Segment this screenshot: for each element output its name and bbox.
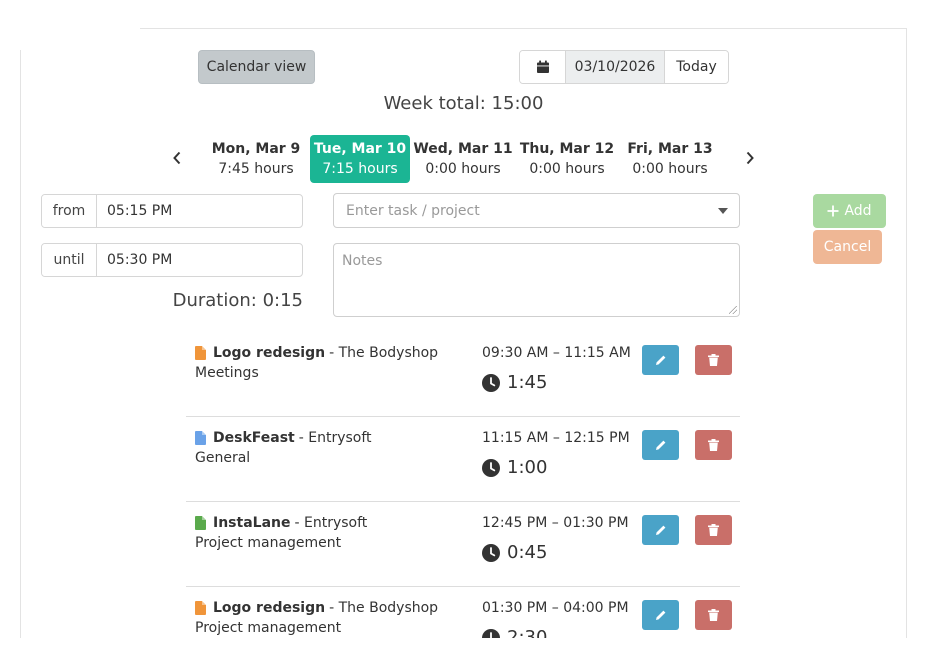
pencil-icon [655,355,665,365]
day-name: Thu, Mar 12 [519,140,615,157]
trash-icon [708,439,719,451]
entry-time-range: 12:45 PM – 01:30 PM [482,515,629,531]
day-hours: 0:00 hours [632,160,708,177]
calendar-view-button[interactable]: Calendar view [198,50,315,84]
entry-category: Meetings [195,365,259,381]
entry-task-name: DeskFeast [213,430,295,446]
clock-icon [482,543,500,562]
pencil-icon [655,525,665,535]
entry-category: General [195,450,251,466]
resize-grip-icon[interactable] [729,306,737,314]
time-entry-row: InstaLane - Entrysoft Project management… [186,502,740,587]
file-icon [195,431,206,445]
delete-button[interactable] [695,600,732,630]
panel-border-left [20,50,21,640]
file-icon [195,516,206,530]
day-hours: 7:15 hours [322,160,398,177]
until-time-group: until 05:30 PM [41,243,303,277]
delete-button[interactable] [695,515,732,545]
task-project-placeholder: Enter task / project [346,202,480,219]
entry-client: - Entrysoft [294,515,368,531]
delete-button[interactable] [695,430,732,460]
file-icon [195,601,206,615]
previous-week-chevron-icon[interactable] [169,148,185,168]
panel-border-right [906,28,907,638]
time-entry-row: DeskFeast - Entrysoft General 11:15 AM –… [186,417,740,502]
edit-button[interactable] [642,515,679,545]
time-entry-list: Logo redesign - The Bodyshop Meetings 09… [186,332,740,672]
calendar-icon[interactable] [520,51,566,83]
until-time-input[interactable]: 05:30 PM [97,244,302,276]
file-icon [195,346,206,360]
date-field[interactable]: 03/10/2026 [566,51,665,83]
delete-button[interactable] [695,345,732,375]
clock-icon [482,458,500,477]
date-picker: 03/10/2026 Today [519,50,729,84]
day-mon[interactable]: Mon, Mar 9 7:45 hours [206,135,306,183]
plus-icon [827,205,839,217]
day-name: Mon, Mar 9 [211,140,301,157]
entry-time-range: 11:15 AM – 12:15 PM [482,430,630,446]
notes-placeholder: Notes [342,253,383,269]
entry-task-name: Logo redesign [213,600,326,616]
from-label: from [42,195,97,227]
task-project-select[interactable]: Enter task / project [333,193,740,228]
entry-client: - The Bodyshop [329,600,439,616]
entry-task-name: InstaLane [213,515,291,531]
day-fri[interactable]: Fri, Mar 13 0:00 hours [620,135,720,183]
clock-icon [482,373,500,392]
viewport-bottom [0,638,927,666]
entry-duration: 0:45 [507,542,548,563]
add-button[interactable]: Add [813,194,886,228]
trash-icon [708,354,719,366]
duration-text: Duration: 0:15 [172,290,303,311]
day-hours: 0:00 hours [529,160,605,177]
pencil-icon [655,440,665,450]
entry-duration: 1:45 [507,372,548,393]
notes-textarea[interactable]: Notes [333,243,740,317]
edit-button[interactable] [642,430,679,460]
trash-icon [708,524,719,536]
day-hours: 7:45 hours [218,160,294,177]
entry-time-range: 01:30 PM – 04:00 PM [482,600,629,616]
edit-button[interactable] [642,600,679,630]
day-name: Fri, Mar 13 [627,140,713,157]
day-hours: 0:00 hours [425,160,501,177]
day-tue[interactable]: Tue, Mar 10 7:15 hours [310,135,410,183]
time-entry-row: Logo redesign - The Bodyshop Meetings 09… [186,332,740,417]
caret-down-icon [718,208,728,214]
day-wed[interactable]: Wed, Mar 11 0:00 hours [413,135,513,183]
day-thu[interactable]: Thu, Mar 12 0:00 hours [517,135,617,183]
entry-duration: 1:00 [507,457,548,478]
add-label: Add [844,203,872,219]
entry-task-name: Logo redesign [213,345,326,361]
entry-category: Project management [195,535,342,551]
edit-button[interactable] [642,345,679,375]
trash-icon [708,609,719,621]
today-button[interactable]: Today [665,51,728,83]
day-name: Wed, Mar 11 [413,140,513,157]
week-total: Week total: 15:00 [383,93,544,114]
pencil-icon [655,610,665,620]
panel-border-top [140,28,906,29]
entry-time-range: 09:30 AM – 11:15 AM [482,345,631,361]
entry-category: Project management [195,620,342,636]
entry-client: - Entrysoft [298,430,372,446]
day-name: Tue, Mar 10 [313,140,407,157]
from-time-input[interactable]: 05:15 PM [97,195,302,227]
entry-client: - The Bodyshop [329,345,439,361]
from-time-group: from 05:15 PM [41,194,303,228]
next-week-chevron-icon[interactable] [742,148,758,168]
until-label: until [42,244,97,276]
cancel-button[interactable]: Cancel [813,230,882,264]
